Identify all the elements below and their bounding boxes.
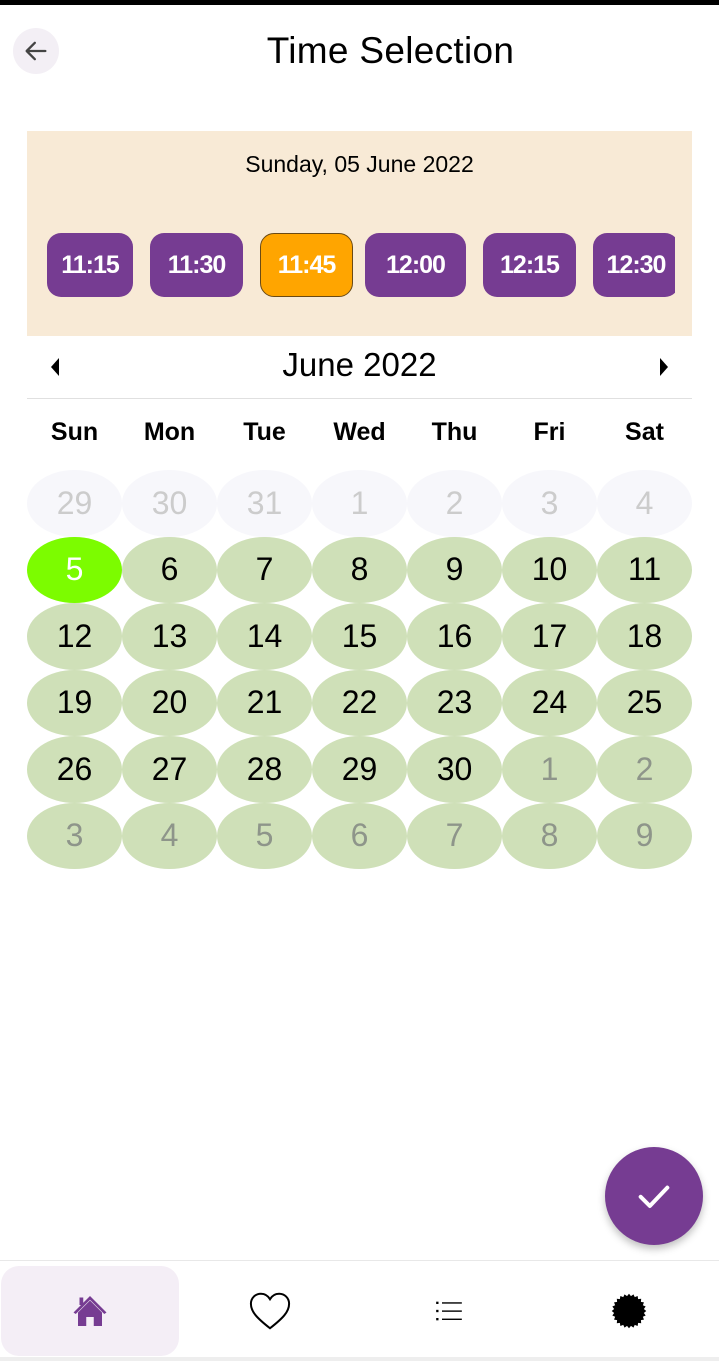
calendar-day[interactable]: 14 xyxy=(217,603,312,670)
weekday-header: Sun Mon Tue Wed Thu Fri Sat xyxy=(27,418,692,447)
heart-icon xyxy=(249,1292,290,1330)
bottom-divider xyxy=(0,1357,719,1361)
calendar-day[interactable]: 18 xyxy=(597,603,692,670)
calendar-day[interactable]: 30 xyxy=(407,736,502,803)
status-bar xyxy=(0,0,719,5)
calendar-day[interactable]: 29 xyxy=(27,470,122,537)
calendar-day[interactable]: 2 xyxy=(407,470,502,537)
list-icon xyxy=(436,1301,463,1321)
time-slot-panel: Sunday, 05 June 2022 11:15 11:30 11:45 12:0… xyxy=(27,131,692,336)
calendar-day[interactable]: 1 xyxy=(312,470,407,537)
next-month-button[interactable] xyxy=(652,355,676,379)
calendar-day[interactable]: 27 xyxy=(122,736,217,803)
calendar-day[interactable]: 25 xyxy=(597,669,692,736)
weekday-sat: Sat xyxy=(625,418,664,446)
calendar-day[interactable]: 8 xyxy=(502,802,597,869)
time-slot-scroller[interactable]: 11:15 11:30 11:45 12:00 12:15 12:30 xyxy=(47,233,675,297)
time-slot-1230[interactable]: 12:30 xyxy=(593,233,675,297)
time-slot-1200[interactable]: 12:00 xyxy=(365,233,466,297)
calendar-day[interactable]: 6 xyxy=(122,536,217,603)
calendar-day[interactable]: 3 xyxy=(502,470,597,537)
triangle-right-icon xyxy=(660,358,668,376)
calendar-day[interactable]: 5 xyxy=(217,802,312,869)
calendar-day[interactable]: 21 xyxy=(217,669,312,736)
calendar-day[interactable]: 26 xyxy=(27,736,122,803)
calendar-day[interactable]: 15 xyxy=(312,603,407,670)
nav-item-badge[interactable] xyxy=(539,1261,719,1361)
calendar-day[interactable]: 22 xyxy=(312,669,407,736)
calendar-day[interactable]: 12 xyxy=(27,603,122,670)
calendar-day[interactable]: 17 xyxy=(502,603,597,670)
calendar-day[interactable]: 20 xyxy=(122,669,217,736)
nav-item-home[interactable] xyxy=(0,1261,180,1361)
weekday-wed: Wed xyxy=(333,418,386,446)
calendar-day[interactable]: 30 xyxy=(122,470,217,537)
nav-item-list[interactable] xyxy=(360,1261,540,1361)
calendar-day[interactable]: 2 xyxy=(597,736,692,803)
page-title: Time Selection xyxy=(266,30,515,71)
calendar-day[interactable]: 7 xyxy=(407,802,502,869)
confirm-button[interactable] xyxy=(605,1147,703,1245)
calendar-day[interactable]: 4 xyxy=(597,470,692,537)
calendar-day[interactable]: 9 xyxy=(597,802,692,869)
calendar-day[interactable]: 28 xyxy=(217,736,312,803)
calendar-day[interactable]: 23 xyxy=(407,669,502,736)
calendar-day[interactable]: 24 xyxy=(502,669,597,736)
calendar-day[interactable]: 31 xyxy=(217,470,312,537)
calendar-day[interactable]: 19 xyxy=(27,669,122,736)
weekday-mon: Mon xyxy=(143,418,196,446)
calendar-day[interactable]: 10 xyxy=(502,536,597,603)
calendar-day[interactable]: 1 xyxy=(502,736,597,803)
calendar-day-selected[interactable]: 5 xyxy=(27,536,122,603)
calendar-day[interactable]: 16 xyxy=(407,603,502,670)
time-slot-1130[interactable]: 11:30 xyxy=(150,233,243,297)
calendar-day[interactable]: 3 xyxy=(27,802,122,869)
calendar-day[interactable]: 13 xyxy=(122,603,217,670)
calendar-day[interactable]: 6 xyxy=(312,802,407,869)
calendar-day[interactable]: 8 xyxy=(312,536,407,603)
calendar-day[interactable]: 29 xyxy=(312,736,407,803)
calendar-day[interactable]: 4 xyxy=(122,802,217,869)
calendar-day[interactable]: 11 xyxy=(597,536,692,603)
weekday-tue: Tue xyxy=(243,418,286,446)
month-label: June 2022 xyxy=(282,346,437,383)
bottom-navigation xyxy=(0,1260,719,1361)
weekday-sun: Sun xyxy=(50,418,99,446)
time-slot-1215[interactable]: 12:15 xyxy=(483,233,576,297)
selected-date-label: Sunday, 05 June 2022 xyxy=(245,151,474,177)
time-slot-1115[interactable]: 11:15 xyxy=(47,233,133,297)
calendar-day[interactable]: 9 xyxy=(407,536,502,603)
weekday-fri: Fri xyxy=(533,418,566,446)
badge-icon xyxy=(611,1293,647,1329)
home-icon xyxy=(73,1296,107,1326)
calendar-grid: 29 30 31 1 2 3 4 5 6 7 8 9 10 11 12 13 14 15 16 17 18 19 20 21 2… xyxy=(27,470,692,869)
check-icon xyxy=(638,1185,670,1208)
calendar-header: June 2022 xyxy=(27,338,692,399)
calendar-day[interactable]: 7 xyxy=(217,536,312,603)
weekday-thu: Thu xyxy=(431,418,478,446)
nav-item-favorites[interactable] xyxy=(180,1261,360,1361)
time-slot-1145[interactable]: 11:45 xyxy=(260,233,353,297)
